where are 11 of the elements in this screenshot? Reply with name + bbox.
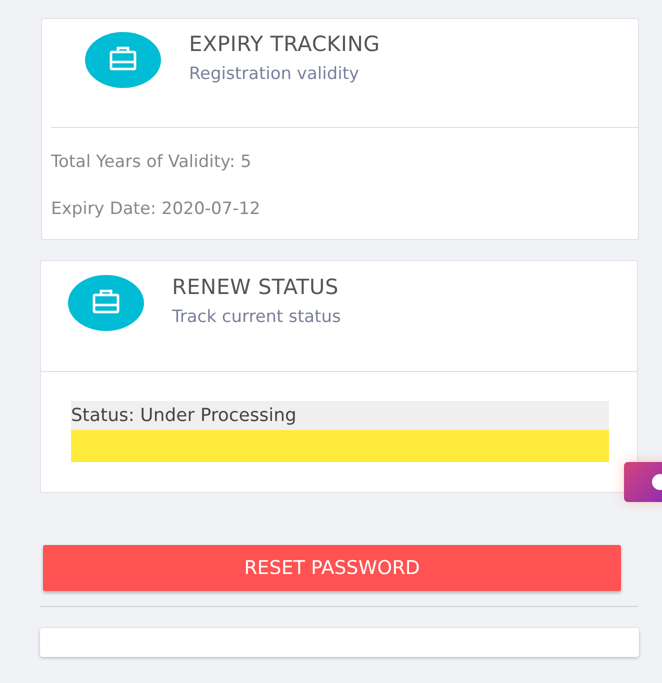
chat-button[interactable] [624,462,662,502]
status-label: Status: Under Processing [71,401,609,430]
card-subtitle: Registration validity [189,64,360,84]
card-title: RENEW STATUS [172,275,340,299]
briefcase-icon [68,275,144,331]
card-subtitle: Track current status [172,307,341,327]
card-title: EXPIRY TRACKING [189,32,380,56]
briefcase-icon [85,32,161,88]
info-text: Expiry Date: 2020-07-12 [51,199,262,219]
info-text: Total Years of Validity: 5 [51,152,252,172]
reset-password-button[interactable]: RESET PASSWORD [43,545,621,591]
